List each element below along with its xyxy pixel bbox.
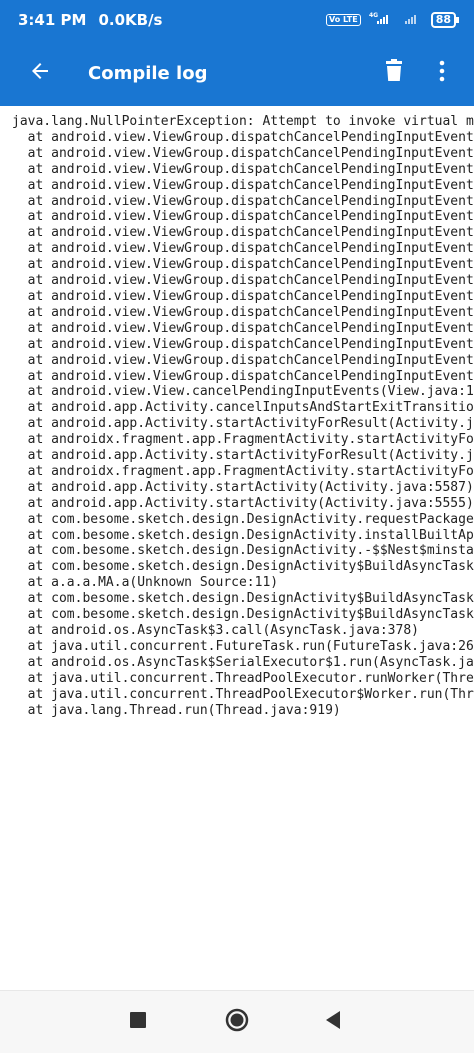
log-line: at android.view.ViewGroup.dispatchCancel… [12,352,474,368]
system-nav-bar [0,990,474,1053]
log-line: at com.besome.sketch.design.DesignActivi… [12,559,474,575]
log-line: at android.view.ViewGroup.dispatchCancel… [12,257,474,273]
status-time: 3:41 PM [18,11,87,29]
log-line: at android.view.ViewGroup.dispatchCancel… [12,320,474,336]
battery-icon: 88 [430,12,460,28]
log-line: at android.view.ViewGroup.dispatchCancel… [12,288,474,304]
nav-back-button[interactable] [317,1006,349,1038]
log-line: at com.besome.sketch.design.DesignActivi… [12,511,474,527]
signal-icon: 4G [369,11,395,29]
recents-button[interactable] [122,1006,154,1038]
more-vert-icon [439,60,445,86]
log-line: at android.view.ViewGroup.dispatchCancel… [12,225,474,241]
svg-text:4G: 4G [369,12,378,19]
status-bar: 3:41 PM 0.0KB/s Vo LTE 4G 88 [0,0,474,40]
log-line: at java.util.concurrent.ThreadPoolExecut… [12,670,474,686]
log-line: at com.besome.sketch.design.DesignActivi… [12,591,474,607]
circle-home-icon [225,1008,249,1036]
log-line: java.lang.NullPointerException: Attempt … [12,114,474,129]
log-line: at android.view.ViewGroup.dispatchCancel… [12,336,474,352]
app-bar: Compile log [0,40,474,106]
log-line: at androidx.fragment.app.FragmentActivit… [12,432,474,448]
log-line: at android.os.AsyncTask$SerialExecutor$1… [12,654,474,670]
log-line: at android.app.Activity.startActivityFor… [12,416,474,432]
trash-icon [383,59,405,87]
delete-button[interactable] [370,45,418,101]
triangle-back-icon [325,1011,341,1033]
log-line: at android.view.ViewGroup.dispatchCancel… [12,304,474,320]
log-line: at android.app.Activity.startActivity(Ac… [12,495,474,511]
log-line: at java.util.concurrent.FutureTask.run(F… [12,638,474,654]
square-recents-icon [130,1012,146,1032]
log-line: at java.lang.Thread.run(Thread.java:919) [12,702,341,718]
log-line: at android.view.ViewGroup.dispatchCancel… [12,368,474,384]
compile-log[interactable]: java.lang.NullPointerException: Attempt … [0,106,474,990]
log-line: at android.view.ViewGroup.dispatchCancel… [12,161,474,177]
log-line: at android.view.ViewGroup.dispatchCancel… [12,129,474,145]
log-line: at com.besome.sketch.design.DesignActivi… [12,543,474,559]
log-line: at android.os.AsyncTask$3.call(AsyncTask… [12,623,419,638]
log-line: at android.view.ViewGroup.dispatchCancel… [12,177,474,193]
log-line: at android.app.Activity.startActivity(Ac… [12,479,474,495]
log-line: at com.besome.sketch.design.DesignActivi… [12,607,474,623]
page-title: Compile log [88,62,208,84]
back-button[interactable] [10,45,70,101]
log-line: at android.view.ViewGroup.dispatchCancel… [12,241,474,257]
log-line: at a.a.a.MA.a(Unknown Source:11) [12,575,279,591]
signal-icon-2 [403,11,423,29]
log-line: at android.view.ViewGroup.dispatchCancel… [12,209,474,225]
log-line: at java.util.concurrent.ThreadPoolExecut… [12,686,474,702]
log-line: at android.view.ViewGroup.dispatchCancel… [12,273,474,289]
home-button[interactable] [221,1006,253,1038]
status-icons: Vo LTE 4G 88 [325,11,460,29]
arrow-back-icon [28,59,52,87]
log-line: at com.besome.sketch.design.DesignActivi… [12,527,474,543]
log-line: at androidx.fragment.app.FragmentActivit… [12,463,474,479]
log-line: at android.view.ViewGroup.dispatchCancel… [12,193,474,209]
log-line: at android.view.ViewGroup.dispatchCancel… [12,145,474,161]
network-speed: 0.0KB/s [98,11,163,29]
log-line: at android.app.Activity.startActivityFor… [12,448,474,464]
log-line: at android.app.Activity.cancelInputsAndS… [12,400,474,416]
more-options-button[interactable] [418,45,466,101]
volte-icon: Vo LTE [325,14,361,26]
log-line: at android.view.View.cancelPendingInputE… [12,384,474,400]
